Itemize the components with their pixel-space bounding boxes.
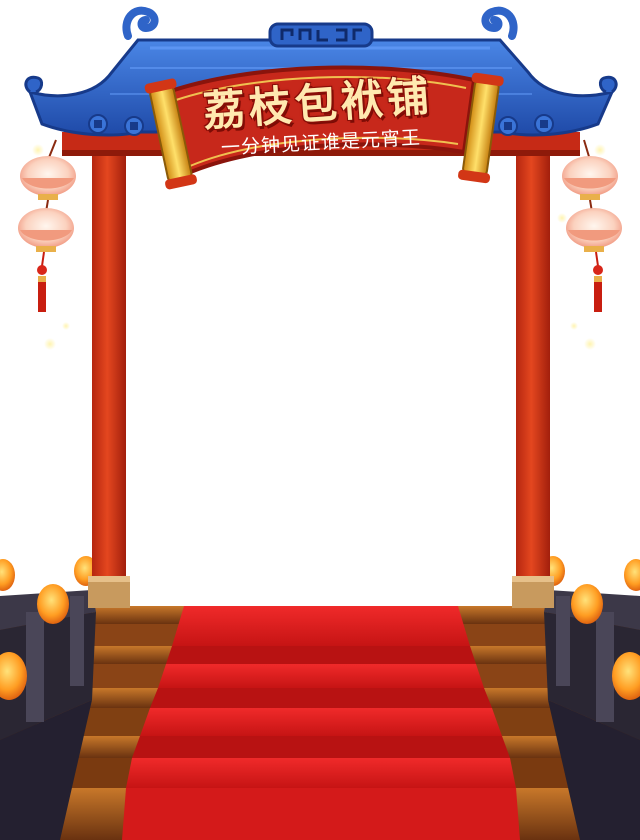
red-carpet [122, 606, 520, 840]
game-scene: 荔枝包袱铺 一分钟见证谁是元宵王 [0, 0, 640, 840]
left-pillar [88, 150, 130, 608]
right-pillar [512, 150, 554, 608]
